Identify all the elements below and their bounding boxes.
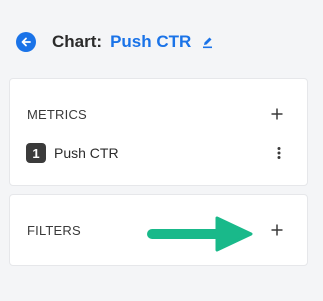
- metric-index-badge: 1: [26, 143, 46, 163]
- metric-label[interactable]: Push CTR: [54, 145, 119, 161]
- metric-item: 1 Push CTR: [26, 143, 287, 163]
- filters-title: FILTERS: [27, 223, 81, 238]
- add-filter-button[interactable]: [269, 222, 285, 238]
- chart-header: Chart: Push CTR: [16, 30, 214, 54]
- arrow-left-icon: [21, 37, 31, 47]
- metrics-title: METRICS: [27, 107, 87, 122]
- more-vertical-icon: [277, 147, 281, 159]
- plus-icon: [271, 224, 283, 236]
- metric-menu-button[interactable]: [271, 143, 287, 163]
- plus-icon: [271, 108, 283, 120]
- chart-title[interactable]: Push CTR: [110, 32, 191, 52]
- back-button[interactable]: [16, 32, 36, 52]
- arrow-right-icon: [147, 216, 253, 252]
- chart-label: Chart:: [52, 32, 103, 51]
- metrics-section: METRICS 1 Push CTR: [9, 78, 308, 186]
- add-metric-button[interactable]: [269, 106, 285, 122]
- pencil-icon: [203, 37, 213, 49]
- edit-title-button[interactable]: [201, 35, 214, 49]
